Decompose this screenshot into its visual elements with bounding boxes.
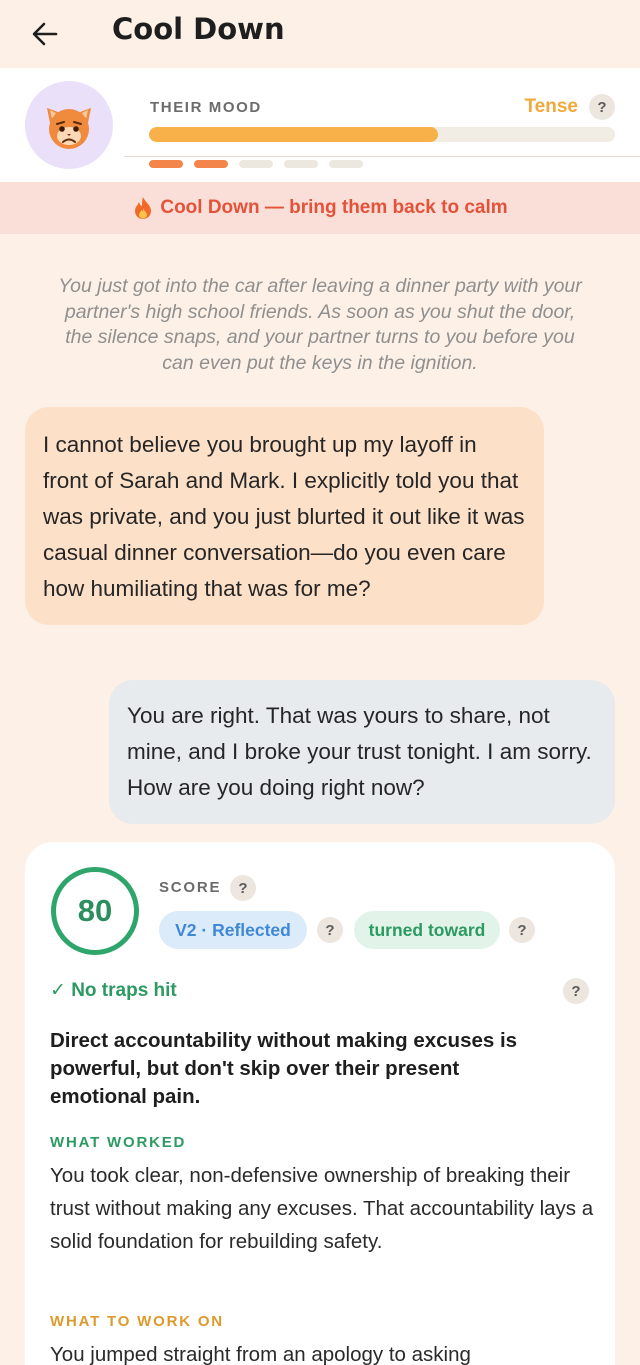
mood-segment — [194, 160, 228, 168]
version-help-button[interactable]: ? — [317, 917, 343, 943]
score-card: 80 SCORE ? V2 · Reflected ? turned towar… — [25, 842, 615, 1365]
scenario-text: You just got into the car after leaving … — [58, 275, 582, 374]
what-worked-label: WHAT WORKED — [50, 1134, 187, 1151]
page-title: Cool Down — [112, 12, 285, 46]
mood-segment — [149, 160, 183, 168]
what-to-work-on-label: WHAT TO WORK ON — [50, 1313, 224, 1330]
user-message-bubble: You are right. That was yours to share, … — [109, 680, 615, 824]
mood-value: Tense — [524, 96, 578, 117]
back-button[interactable] — [30, 19, 60, 49]
mood-help-button[interactable]: ? — [589, 94, 615, 120]
mood-label: THEIR MOOD — [150, 99, 262, 116]
worried-cat-face-icon — [47, 108, 91, 149]
mood-segments — [149, 160, 363, 168]
traps-status: ✓ No traps hit — [50, 980, 177, 1001]
mode-banner: Cool Down — bring them back to calm — [0, 182, 640, 234]
what-to-work-on-text: You jumped straight from an apology to a… — [50, 1343, 471, 1365]
arrow-left-icon — [32, 22, 58, 46]
top-bar: Cool Down — [0, 0, 640, 68]
feedback-headline: Direct accountability without making exc… — [50, 1029, 518, 1108]
mood-segment — [284, 160, 318, 168]
partner-message-bubble: I cannot believe you brought up my layof… — [25, 407, 544, 625]
version-tag: V2 · Reflected — [159, 911, 307, 949]
banner-text: Cool Down — bring them back to calm — [160, 197, 508, 218]
mood-segment — [239, 160, 273, 168]
direction-help-button[interactable]: ? — [509, 917, 535, 943]
score-help-button[interactable]: ? — [230, 875, 256, 901]
mood-meter-fill — [149, 127, 438, 142]
avatar — [25, 81, 113, 169]
direction-tag: turned toward — [354, 911, 500, 949]
what-worked-text: You took clear, non-defensive ownership … — [50, 1164, 594, 1253]
fire-icon — [135, 197, 152, 219]
score-label: SCORE — [159, 879, 222, 896]
mood-panel: THEIR MOOD Tense ? — [0, 68, 640, 182]
mood-segment — [329, 160, 363, 168]
score-ring: 80 — [51, 867, 139, 955]
traps-help-button[interactable]: ? — [563, 978, 589, 1004]
divider — [124, 156, 640, 157]
mood-meter — [149, 127, 615, 142]
